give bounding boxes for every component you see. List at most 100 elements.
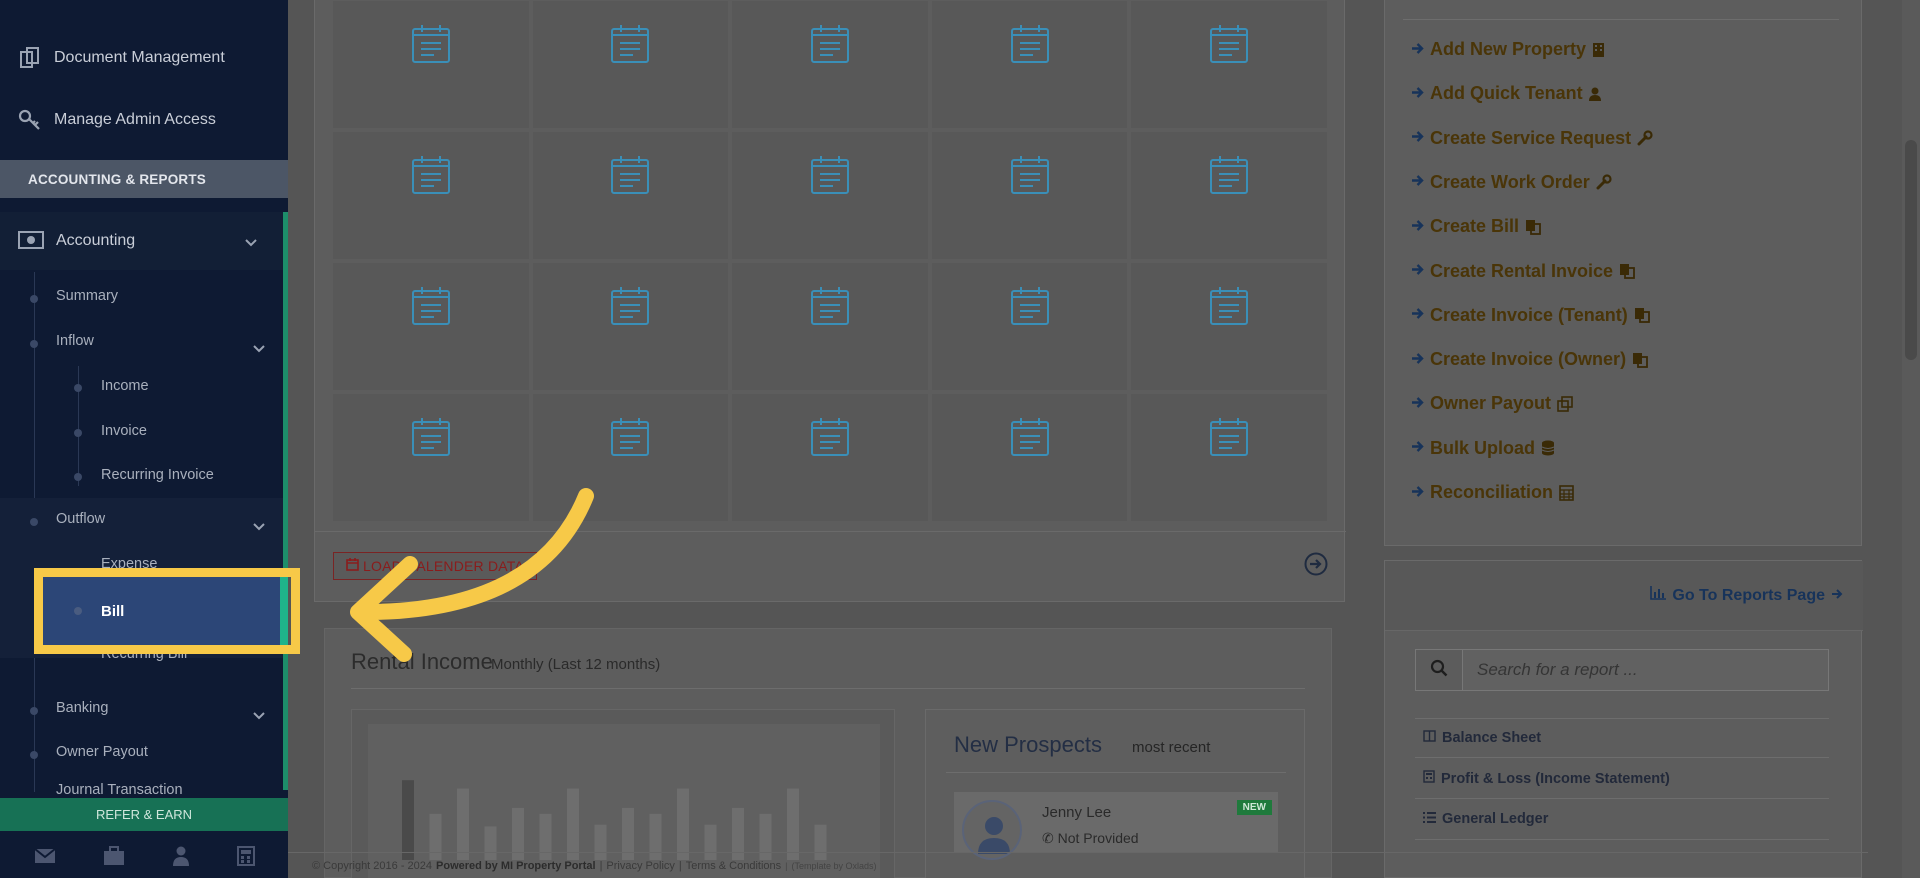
calendar-icon bbox=[410, 23, 452, 70]
briefcase-icon[interactable] bbox=[103, 845, 125, 871]
quick-link-create-service-request[interactable]: Create Service Request bbox=[1411, 128, 1653, 149]
quick-link-bulk-upload[interactable]: Bulk Upload bbox=[1411, 438, 1555, 459]
building-icon bbox=[1592, 42, 1605, 58]
calendar-cell[interactable] bbox=[1131, 263, 1327, 390]
phone-icon: ✆ bbox=[1042, 830, 1054, 846]
scrollbar[interactable] bbox=[1902, 0, 1920, 878]
search-input[interactable] bbox=[1463, 649, 1829, 691]
report-general-ledger[interactable]: General Ledger bbox=[1423, 811, 1548, 827]
calendar-cell[interactable] bbox=[732, 1, 928, 128]
sidebar-item-outflow[interactable]: Outflow bbox=[56, 511, 105, 527]
new-prospects-title: New Prospects bbox=[954, 732, 1102, 757]
sidebar-item-recurring-invoice[interactable]: Recurring Invoice bbox=[101, 467, 214, 483]
calendar-cell[interactable] bbox=[931, 132, 1128, 259]
copy-icon bbox=[1632, 352, 1648, 368]
sidebar-item-accounting[interactable]: Accounting bbox=[0, 212, 283, 270]
go-to-reports-label: Go To Reports Page bbox=[1672, 586, 1825, 604]
calendar-cell[interactable] bbox=[532, 394, 729, 521]
report-profit-loss[interactable]: Profit & Loss (Income Statement) bbox=[1423, 770, 1670, 787]
quick-link-create-work-order[interactable]: Create Work Order bbox=[1411, 172, 1612, 193]
refer-earn-button[interactable]: REFER & EARN bbox=[0, 798, 288, 831]
footer-sep: | bbox=[785, 860, 788, 871]
reports-panel: Go To Reports Page Balance Sheet Profit … bbox=[1384, 560, 1863, 878]
calendar-cell[interactable] bbox=[732, 132, 928, 259]
database-icon bbox=[1541, 440, 1555, 456]
arrow-right-icon bbox=[1411, 128, 1424, 148]
calendar-cell[interactable] bbox=[532, 132, 729, 259]
quick-link-create-rental-invoice[interactable]: Create Rental Invoice bbox=[1411, 261, 1635, 282]
calculator-icon[interactable] bbox=[236, 845, 255, 871]
quick-link-create-invoice-owner[interactable]: Create Invoice (Owner) bbox=[1411, 349, 1648, 370]
tree-dot bbox=[30, 751, 38, 759]
sidebar-item-owner-payout[interactable]: Owner Payout bbox=[56, 744, 148, 760]
sidebar-item-summary[interactable]: Summary bbox=[56, 288, 118, 304]
avatar bbox=[962, 800, 1022, 860]
sidebar-item-banking[interactable]: Banking bbox=[56, 700, 108, 716]
mail-icon[interactable] bbox=[33, 847, 56, 869]
sidebar-item-invoice[interactable]: Invoice bbox=[101, 423, 147, 439]
sidebar-item-inflow[interactable]: Inflow bbox=[56, 333, 266, 349]
calendar-icon bbox=[1009, 416, 1051, 463]
page-footer: © Copyright 2016 - 2024 Powered by MI Pr… bbox=[288, 852, 1868, 878]
calendar-cell[interactable] bbox=[732, 394, 928, 521]
calendar-icon bbox=[410, 285, 452, 332]
sidebar-item-income[interactable]: Income bbox=[101, 378, 149, 394]
main-content: LOAD CALENDER DATA Rental Income Monthly… bbox=[288, 0, 1920, 878]
sidebar-item-journal-transaction[interactable]: Journal Transaction bbox=[56, 782, 183, 794]
quick-link-label: Create Service Request bbox=[1430, 127, 1632, 148]
calendar-cell[interactable] bbox=[1131, 132, 1327, 259]
scrollbar-thumb[interactable] bbox=[1905, 140, 1917, 360]
calendar-cell[interactable] bbox=[333, 1, 529, 128]
user-icon[interactable] bbox=[172, 846, 190, 871]
calendar-cell[interactable] bbox=[333, 394, 529, 521]
prospect-card[interactable]: Jenny Lee ✆ Not Provided NEW bbox=[954, 792, 1278, 860]
sidebar-bottom-toolbar bbox=[0, 838, 288, 878]
footer-privacy-link[interactable]: Privacy Policy bbox=[606, 860, 674, 872]
documents-icon bbox=[18, 46, 42, 70]
calendar-cell[interactable] bbox=[532, 1, 729, 128]
quick-links-panel: Add New Property Add Quick Tenant Create S… bbox=[1384, 0, 1862, 546]
search-button[interactable] bbox=[1415, 649, 1463, 691]
tree-dot bbox=[30, 518, 38, 526]
wrench-icon bbox=[1596, 174, 1612, 190]
calendar-cell[interactable] bbox=[1131, 1, 1327, 128]
calendar-icon bbox=[1208, 416, 1250, 463]
calendar-cell[interactable] bbox=[1131, 394, 1327, 521]
calendar-footer: LOAD CALENDER DATA bbox=[315, 531, 1346, 603]
quick-link-reconciliation[interactable]: Reconciliation bbox=[1411, 482, 1574, 503]
calendar-cell[interactable] bbox=[931, 1, 1128, 128]
reports-header: Go To Reports Page bbox=[1385, 561, 1863, 631]
quick-link-label: Reconciliation bbox=[1430, 482, 1554, 502]
calendar-cell[interactable] bbox=[732, 263, 928, 390]
calendar-cell[interactable] bbox=[931, 263, 1128, 390]
calendar-icon bbox=[609, 416, 651, 463]
quick-link-owner-payout[interactable]: Owner Payout bbox=[1411, 393, 1573, 414]
chart-bar bbox=[402, 780, 414, 860]
sidebar-item-document-management[interactable]: Document Management bbox=[0, 28, 288, 88]
calendar-grid bbox=[333, 1, 1327, 521]
rental-income-panel: Rental Income Monthly (Last 12 months) N… bbox=[324, 628, 1332, 878]
load-calendar-button[interactable]: LOAD CALENDER DATA bbox=[333, 552, 538, 580]
quick-link-add-new-property[interactable]: Add New Property bbox=[1411, 39, 1605, 60]
calendar-cell[interactable] bbox=[333, 263, 529, 390]
quick-link-add-quick-tenant[interactable]: Add Quick Tenant bbox=[1411, 83, 1601, 104]
prospect-phone-text: Not Provided bbox=[1057, 830, 1139, 846]
calendar-icon bbox=[1009, 23, 1051, 70]
bar-chart-icon bbox=[1650, 586, 1667, 605]
calendar-cell[interactable] bbox=[931, 394, 1128, 521]
calendar-cell[interactable] bbox=[333, 132, 529, 259]
bar-chart bbox=[402, 780, 827, 860]
circle-arrow-right-icon[interactable] bbox=[1304, 552, 1328, 576]
copy-icon bbox=[1619, 263, 1635, 279]
quick-link-create-bill[interactable]: Create Bill bbox=[1411, 216, 1541, 237]
go-to-reports-link[interactable]: Go To Reports Page bbox=[1650, 586, 1843, 605]
calendar-cell[interactable] bbox=[532, 263, 729, 390]
sidebar-item-manage-admin-access[interactable]: Manage Admin Access bbox=[0, 90, 288, 150]
quick-link-create-invoice-tenant[interactable]: Create Invoice (Tenant) bbox=[1411, 305, 1650, 326]
report-balance-sheet[interactable]: Balance Sheet bbox=[1423, 730, 1541, 746]
quick-link-label: Create Rental Invoice bbox=[1430, 260, 1614, 281]
calendar-icon bbox=[809, 23, 851, 70]
list-icon bbox=[1423, 811, 1436, 827]
calendar-icon bbox=[609, 23, 651, 70]
footer-terms-link[interactable]: Terms & Conditions bbox=[686, 860, 781, 872]
